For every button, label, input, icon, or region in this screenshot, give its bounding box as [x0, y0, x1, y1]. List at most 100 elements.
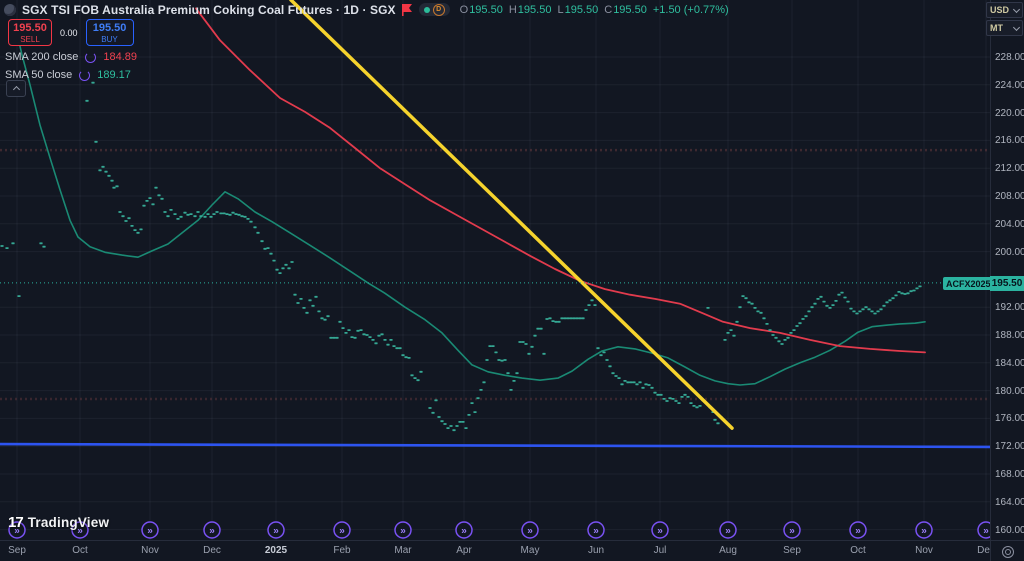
- replay-arrow-icon[interactable]: »: [456, 522, 472, 538]
- price-chart-canvas[interactable]: »»»»»»»»»»»»»»»»: [0, 0, 990, 540]
- chevron-down-icon: [1013, 5, 1020, 12]
- replay-arrow-icon[interactable]: »: [395, 522, 411, 538]
- ohlc-values: O195.50H195.50L195.50C195.50+1.50 (+0.77…: [460, 4, 729, 16]
- time-axis-label: Mar: [394, 545, 411, 556]
- sell-price: 195.50: [13, 22, 47, 34]
- scatter-point: [683, 394, 686, 396]
- scatter-point: [416, 379, 419, 381]
- scatter-point: [656, 394, 659, 396]
- svg-text:»: »: [339, 526, 345, 537]
- scatter-point: [882, 305, 885, 307]
- currency-dropdown[interactable]: USD: [986, 2, 1023, 18]
- scatter-point: [572, 317, 575, 319]
- scatter-point: [915, 288, 918, 290]
- replay-arrow-icon[interactable]: »: [334, 522, 350, 538]
- grid-lines: [0, 0, 990, 540]
- scatter-point: [635, 383, 638, 385]
- scatter-point: [148, 197, 151, 199]
- scatter-point: [611, 372, 614, 374]
- scatter-point: [284, 264, 287, 266]
- scatter-point: [467, 414, 470, 416]
- scatter-point: [668, 397, 671, 399]
- price-axis[interactable]: USD MT 228.00224.00220.00216.00212.00208…: [990, 0, 1024, 540]
- scatter-point: [554, 321, 557, 323]
- indicator-loading-icon[interactable]: [85, 52, 96, 63]
- replay-arrow-icon[interactable]: »: [978, 522, 990, 538]
- scatter-point: [566, 317, 569, 319]
- scatter-point: [365, 334, 368, 336]
- tradingview-logo[interactable]: 17 TradingView: [8, 514, 109, 531]
- replay-arrow-icon[interactable]: »: [522, 522, 538, 538]
- scatter-point: [491, 345, 494, 347]
- scatter-point: [855, 313, 858, 315]
- scatter-point: [662, 398, 665, 400]
- scatter-point: [614, 375, 617, 377]
- market-status-pill[interactable]: D: [419, 3, 450, 16]
- scatter-point: [461, 421, 464, 423]
- scatter-point: [482, 381, 485, 383]
- scatter-point: [290, 261, 293, 263]
- svg-text:»: »: [983, 526, 989, 537]
- replay-arrow-icon[interactable]: »: [916, 522, 932, 538]
- scatter-point: [632, 381, 635, 383]
- scatter-point: [293, 294, 296, 296]
- indicator-row[interactable]: SMA 200 close184.89: [5, 48, 137, 66]
- replay-arrow-icon[interactable]: »: [652, 522, 668, 538]
- scatter-point: [160, 198, 163, 200]
- scatter-point: [440, 420, 443, 422]
- scatter-point: [692, 405, 695, 407]
- indicator-loading-icon[interactable]: [79, 70, 90, 81]
- scatter-point: [545, 318, 548, 320]
- buy-button[interactable]: 195.50 BUY: [86, 19, 134, 46]
- scatter-point: [5, 247, 8, 249]
- replay-arrow-icon[interactable]: »: [142, 522, 158, 538]
- sell-button[interactable]: 195.50 SELL: [8, 19, 52, 46]
- scatter-point: [101, 166, 104, 168]
- scatter-point: [596, 347, 599, 349]
- flag-icon[interactable]: [402, 4, 413, 16]
- replay-arrow-icon[interactable]: »: [720, 522, 736, 538]
- symbol-title[interactable]: SGX TSI FOB Australia Premium Coking Coa…: [22, 3, 396, 17]
- scatter-point: [843, 297, 846, 299]
- scatter-point: [260, 240, 263, 242]
- scatter-point: [383, 339, 386, 341]
- price-axis-label: 224.00: [995, 80, 1024, 91]
- scatter-point: [398, 347, 401, 349]
- delayed-data-icon: D: [433, 4, 445, 16]
- replay-arrow-icon[interactable]: »: [588, 522, 604, 538]
- scatter-point: [524, 343, 527, 345]
- market-open-dot-icon: [424, 7, 430, 13]
- replay-arrow-icon[interactable]: »: [204, 522, 220, 538]
- time-axis[interactable]: SepOctNovDec2025FebMarAprMayJunJulAugSep…: [0, 540, 990, 561]
- gear-icon: [1002, 546, 1014, 558]
- scatter-point: [473, 411, 476, 413]
- scatter-point: [410, 374, 413, 376]
- scatter-point: [145, 200, 148, 202]
- scatter-point: [605, 359, 608, 361]
- scatter-point: [629, 381, 632, 383]
- sell-label: SELL: [20, 35, 40, 44]
- scatter-point: [891, 297, 894, 299]
- scatter-point: [386, 344, 389, 346]
- scatter-point: [287, 267, 290, 269]
- scatter-point: [225, 213, 228, 215]
- scatter-point: [341, 327, 344, 329]
- scatter-point: [434, 399, 437, 401]
- svg-text:»: »: [147, 526, 153, 537]
- unit-dropdown[interactable]: MT: [986, 20, 1023, 36]
- scatter-point: [729, 329, 732, 331]
- replay-arrow-icon[interactable]: »: [784, 522, 800, 538]
- time-axis-label: Oct: [850, 545, 866, 556]
- replay-arrow-icon[interactable]: »: [268, 522, 284, 538]
- scatter-point: [876, 311, 879, 313]
- replay-arrow-icon[interactable]: »: [850, 522, 866, 538]
- scatter-point: [521, 341, 524, 343]
- scatter-point: [234, 213, 237, 215]
- change-value: +1.50 (+0.77%): [653, 4, 729, 16]
- collapse-legend-button[interactable]: [6, 80, 26, 97]
- axis-settings-corner[interactable]: [990, 540, 1024, 561]
- time-axis-label: May: [521, 545, 540, 556]
- scatter-point: [458, 421, 461, 423]
- trend-line[interactable]: [291, 0, 732, 428]
- scatter-point: [85, 100, 88, 102]
